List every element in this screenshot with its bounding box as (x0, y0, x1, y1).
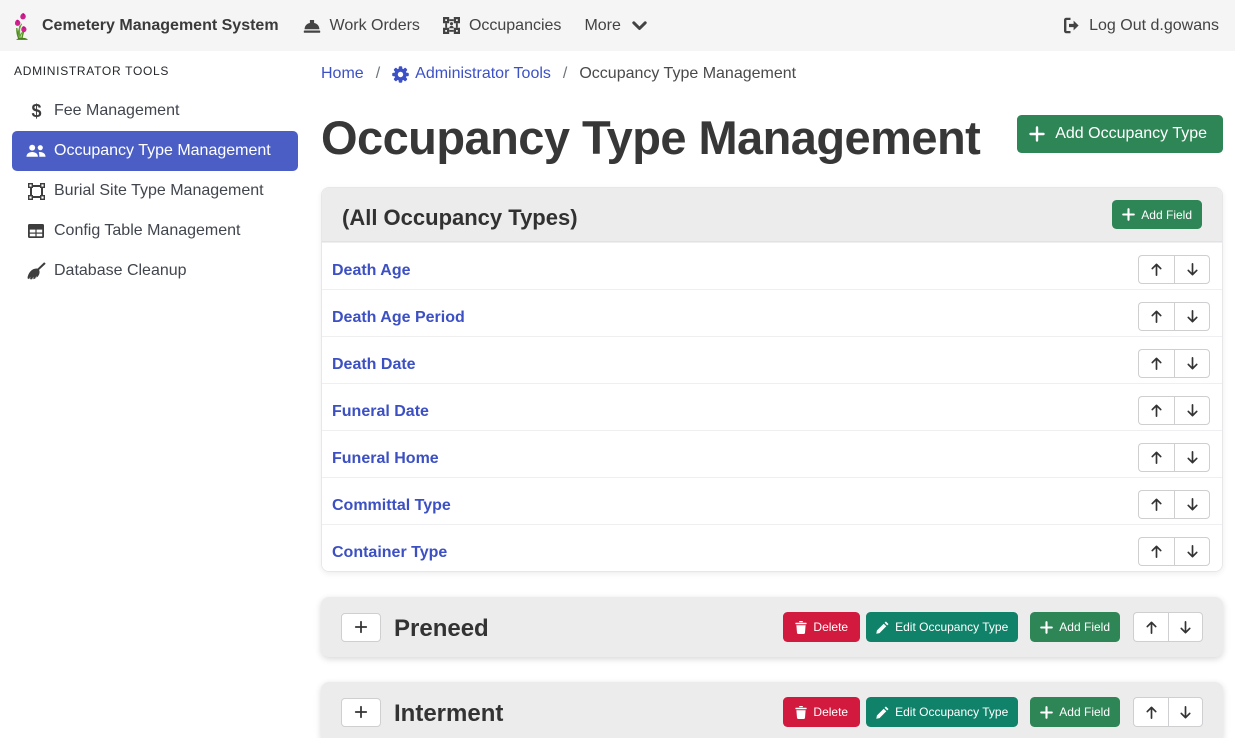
svg-text:$: $ (31, 101, 41, 121)
